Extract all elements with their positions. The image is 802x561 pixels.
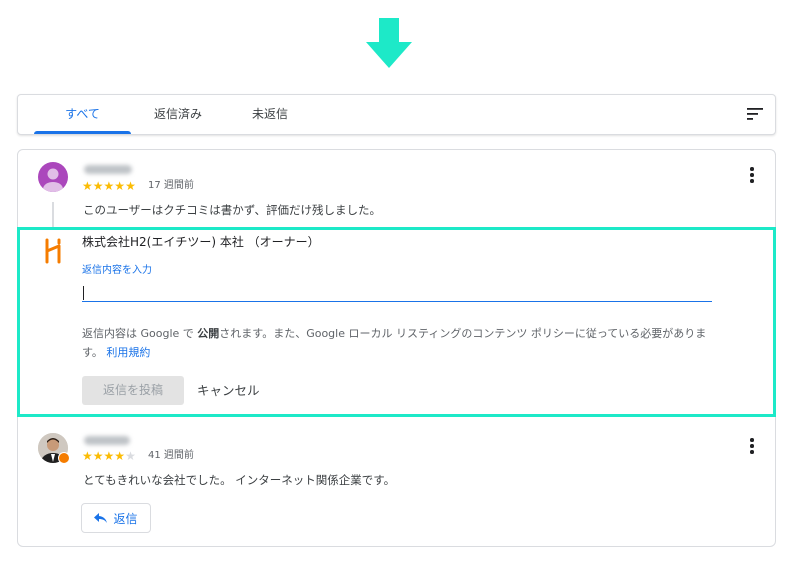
notice-bold: 公開 [197, 327, 220, 340]
terms-link[interactable]: 利用規約 [106, 346, 150, 359]
star-rating: ★★★★★ [82, 179, 136, 193]
reviewer-name-blurred [84, 165, 132, 174]
reply-arrow-icon [94, 513, 108, 523]
star-filled-icon: ★ [92, 179, 104, 193]
thread-connector [52, 202, 54, 228]
star-filled-icon: ★ [82, 449, 93, 463]
reply-button[interactable]: 返信 [81, 503, 151, 533]
tab-all[interactable]: すべて [34, 95, 131, 134]
reply-input[interactable] [82, 282, 712, 302]
owner-name: 株式会社H2(エイチツー) 本社 （オーナー） [82, 235, 320, 249]
star-filled-icon: ★ [125, 179, 136, 193]
reviewer-name-blurred [84, 436, 130, 445]
cancel-button[interactable]: キャンセル [197, 376, 260, 405]
down-arrow-icon [366, 18, 412, 68]
notice-prefix: 返信内容は Google で [82, 327, 194, 340]
review-filter-tabs: すべて 返信済み 未返信 [17, 94, 776, 135]
review-time: 41 週間前 [148, 450, 194, 461]
star-filled-icon: ★ [103, 449, 115, 463]
star-filled-icon: ★ [103, 179, 115, 193]
star-filled-icon: ★ [114, 449, 126, 463]
star-filled-icon: ★ [92, 449, 104, 463]
reviewer-avatar [38, 162, 68, 192]
owner-reply-form: 株式会社H2(エイチツー) 本社 （オーナー） 返信内容を入力 返信内容は Go… [17, 227, 776, 417]
review-comment: とてもきれいな会社でした。 インターネット関係企業です。 [83, 473, 396, 487]
reply-button-label: 返信 [113, 511, 138, 526]
post-reply-button[interactable]: 返信を投稿 [82, 376, 184, 405]
more-vert-icon[interactable] [742, 436, 762, 456]
business-logo-icon [45, 238, 61, 264]
reply-input-label: 返信内容を入力 [82, 265, 152, 276]
star-filled-icon: ★ [114, 179, 126, 193]
person-icon [43, 168, 63, 192]
local-guide-badge-icon [58, 452, 70, 464]
star-empty-icon: ★ [125, 449, 136, 463]
star-rating: ★★★★★ [82, 449, 136, 463]
publish-notice: 返信内容は Google で 公開されます。また、Google ローカル リステ… [82, 324, 722, 362]
review-comment: このユーザーはクチコミは書かず、評価だけ残しました。 [83, 203, 381, 217]
review-time: 17 週間前 [148, 180, 194, 191]
tab-unreplied[interactable]: 未返信 [225, 95, 315, 134]
more-vert-icon[interactable] [742, 165, 762, 185]
active-tab-indicator [34, 131, 131, 134]
text-caret [83, 286, 84, 300]
tab-replied[interactable]: 返信済み [131, 95, 225, 134]
sort-icon[interactable] [747, 107, 763, 121]
star-filled-icon: ★ [82, 179, 93, 193]
